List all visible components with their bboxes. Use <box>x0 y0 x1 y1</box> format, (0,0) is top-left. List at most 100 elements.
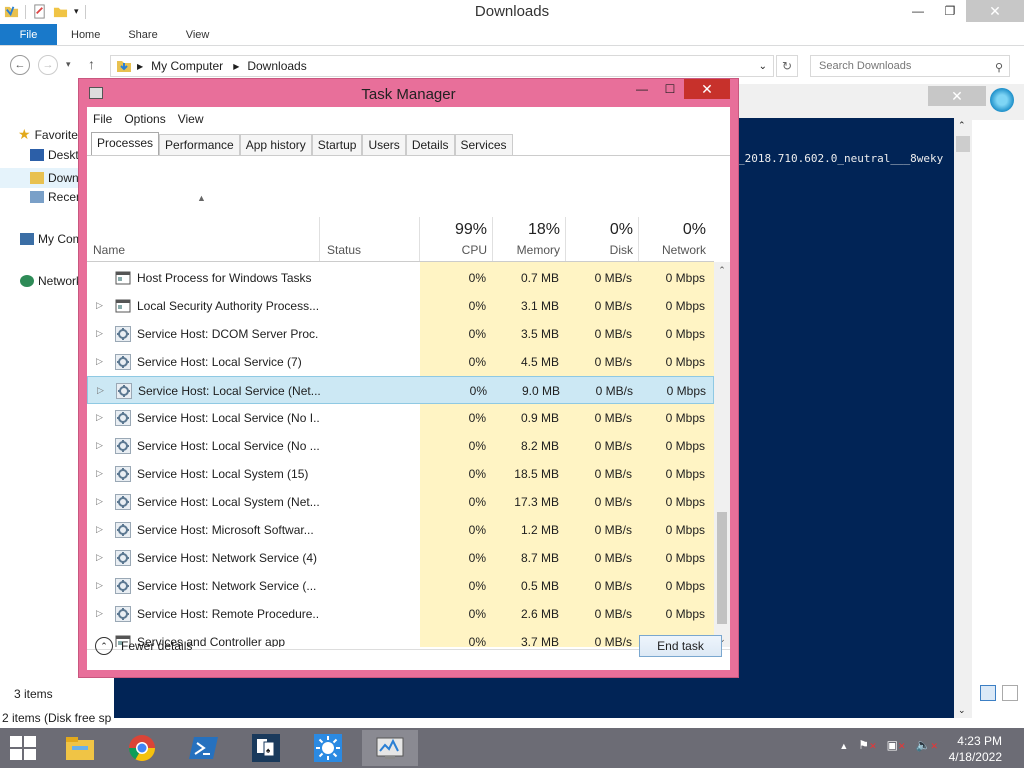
expand-chevron-icon[interactable]: ▷ <box>96 524 103 535</box>
show-hidden-icons-icon[interactable]: ▲ <box>839 741 848 752</box>
scroll-down-icon[interactable]: ⌄ <box>958 705 966 716</box>
column-header-memory[interactable]: Memory <box>490 243 560 257</box>
nav-network[interactable]: Network <box>20 274 80 288</box>
tab-users[interactable]: Users <box>362 134 406 155</box>
taskbar-clock[interactable]: 4:23 PM 4/18/2022 <box>949 733 1002 765</box>
ribbon-tab-home[interactable]: Home <box>57 24 114 45</box>
taskbar-task-manager[interactable] <box>362 730 418 766</box>
back-button[interactable]: ← <box>10 55 30 75</box>
disk-total-percent[interactable]: 0% <box>563 221 633 239</box>
taskbar-file-explorer[interactable] <box>52 730 108 766</box>
process-list-scrollbar[interactable]: ⌃ ⌄ <box>714 262 730 647</box>
gear-icon <box>115 466 131 482</box>
column-header-disk[interactable]: Disk <box>563 243 633 257</box>
menu-options[interactable]: Options <box>118 109 171 129</box>
process-row[interactable]: ▷ Service Host: Local Service (No I... 0% 0… <box>87 404 714 432</box>
process-name: Service Host: Remote Procedure... <box>137 607 319 621</box>
nav-desktop[interactable]: Desktop <box>30 148 80 162</box>
tab-app-history[interactable]: App history <box>239 134 312 155</box>
address-dropdown-icon[interactable]: ⌄ <box>759 61 767 72</box>
nav-recent-places[interactable]: Recent places <box>30 190 80 204</box>
expand-chevron-icon[interactable]: ▷ <box>96 496 103 507</box>
process-row[interactable]: Host Process for Windows Tasks 0% 0.7 MB 0 … <box>87 264 714 292</box>
column-header-cpu[interactable]: CPU <box>417 243 487 257</box>
tab-details[interactable]: Details <box>405 134 455 155</box>
view-details-icon[interactable] <box>980 685 996 701</box>
taskbar-chrome[interactable] <box>114 730 170 766</box>
tab-services[interactable]: Services <box>454 134 513 155</box>
process-row[interactable]: ▷ Service Host: Remote Procedure... 0% 2.6 … <box>87 600 714 628</box>
process-row[interactable]: ▷ Service Host: Local Service (Net... 0% 9.… <box>87 376 714 404</box>
expand-chevron-icon[interactable]: ▷ <box>96 468 103 479</box>
expand-chevron-icon[interactable]: ▷ <box>96 440 103 451</box>
taskbar-weather[interactable] <box>300 730 356 766</box>
tab-processes[interactable]: Processes <box>91 132 160 155</box>
ribbon-tab-share[interactable]: Share <box>114 24 171 45</box>
tm-maximize-button[interactable]: ☐ <box>656 79 684 99</box>
expand-chevron-icon[interactable]: ▷ <box>97 385 104 396</box>
ps-close-button[interactable]: ✕ <box>928 86 986 106</box>
close-button[interactable]: ✕ <box>966 0 1024 22</box>
refresh-button[interactable]: ↻ <box>776 55 798 77</box>
column-header-status[interactable]: Status <box>327 243 361 257</box>
process-row[interactable]: ▷ Service Host: Local System (Net... 0% 17.… <box>87 488 714 516</box>
forward-button[interactable]: → <box>38 55 58 75</box>
ribbon-tab-view[interactable]: View <box>172 24 224 45</box>
expand-chevron-icon[interactable]: ▷ <box>96 552 103 563</box>
expand-chevron-icon[interactable]: ▷ <box>96 300 103 311</box>
process-row[interactable]: ▷ Service Host: Network Service (4) 0% 8.7 … <box>87 544 714 572</box>
action-center-flag-icon[interactable]: ⚑✕ <box>858 738 876 752</box>
nav-my-computer[interactable]: My Computer <box>20 232 80 246</box>
process-row[interactable]: ▷ Service Host: Microsoft Softwar... 0% 1.2… <box>87 516 714 544</box>
tm-close-button[interactable]: ✕ <box>684 79 730 99</box>
up-arrow-icon[interactable]: ↑ <box>88 56 95 72</box>
expand-chevron-icon[interactable]: ▷ <box>96 608 103 619</box>
taskbar-solitaire[interactable]: ♠ <box>238 730 294 766</box>
task-manager-titlebar[interactable]: Task Manager — ☐ ✕ <box>79 79 738 107</box>
recent-locations-icon[interactable]: ▾ <box>66 59 71 70</box>
menu-file[interactable]: File <box>87 109 118 129</box>
breadcrumb-downloads[interactable]: Downloads <box>247 59 306 73</box>
process-row[interactable]: ▷ Service Host: Network Service (... 0% 0.5… <box>87 572 714 600</box>
ribbon-tab-file[interactable]: File <box>0 24 57 45</box>
address-bar[interactable]: ▶ My Computer ▶ Downloads ⌄ <box>110 55 774 77</box>
minimize-button[interactable]: — <box>902 0 934 22</box>
cpu-total-percent[interactable]: 99% <box>417 221 487 239</box>
taskbar-powershell[interactable] <box>176 730 232 766</box>
start-button[interactable] <box>10 736 36 760</box>
scroll-up-icon[interactable]: ⌃ <box>958 120 966 131</box>
system-tray: ▲ ⚑✕ ▣✕ 🔈✕ <box>839 738 938 752</box>
network-status-icon[interactable]: ▣✕ <box>887 738 906 752</box>
search-input[interactable]: Search Downloads ⚲ <box>810 55 1010 77</box>
nav-downloads[interactable]: Downloads <box>0 168 80 188</box>
column-header-network[interactable]: Network <box>636 243 706 257</box>
expand-chevron-icon[interactable]: ▷ <box>96 328 103 339</box>
console-scroll-thumb[interactable] <box>956 136 970 152</box>
process-memory-value: 1.2 MB <box>520 523 559 537</box>
menu-view[interactable]: View <box>172 109 210 129</box>
fewer-details-button[interactable]: ⌃ Fewer details <box>95 637 192 655</box>
process-list-scroll-thumb[interactable] <box>717 512 727 624</box>
restore-button[interactable]: ❐ <box>934 0 966 22</box>
view-large-icons-icon[interactable] <box>1002 685 1018 701</box>
column-header-name[interactable]: Name <box>93 243 125 257</box>
network-total-percent[interactable]: 0% <box>636 221 706 239</box>
scroll-up-icon[interactable]: ⌃ <box>714 262 730 278</box>
process-row[interactable]: ▷ Local Security Authority Process... 0% 3.… <box>87 292 714 320</box>
expand-chevron-icon[interactable]: ▷ <box>96 356 103 367</box>
tm-minimize-button[interactable]: — <box>628 79 656 99</box>
end-task-button[interactable]: End task <box>639 635 722 657</box>
process-row[interactable]: ▷ Service Host: DCOM Server Proc... 0% 3.5 … <box>87 320 714 348</box>
console-scrollbar[interactable]: ⌃ ⌄ <box>954 118 972 718</box>
process-row[interactable]: ▷ Service Host: Local Service (No ... 0% 8.… <box>87 432 714 460</box>
process-row[interactable]: ▷ Service Host: Local Service (7) 0% 4.5 MB… <box>87 348 714 376</box>
tab-performance[interactable]: Performance <box>159 134 240 155</box>
volume-muted-icon[interactable]: 🔈✕ <box>916 738 939 752</box>
expand-chevron-icon[interactable]: ▷ <box>96 580 103 591</box>
process-row[interactable]: ▷ Service Host: Local System (15) 0% 18.5 M… <box>87 460 714 488</box>
nav-favorites[interactable]: ★ Favorites <box>18 126 78 143</box>
expand-chevron-icon[interactable]: ▷ <box>96 412 103 423</box>
memory-total-percent[interactable]: 18% <box>490 221 560 239</box>
tab-startup[interactable]: Startup <box>311 134 363 155</box>
breadcrumb-my-computer[interactable]: My Computer <box>151 59 223 73</box>
